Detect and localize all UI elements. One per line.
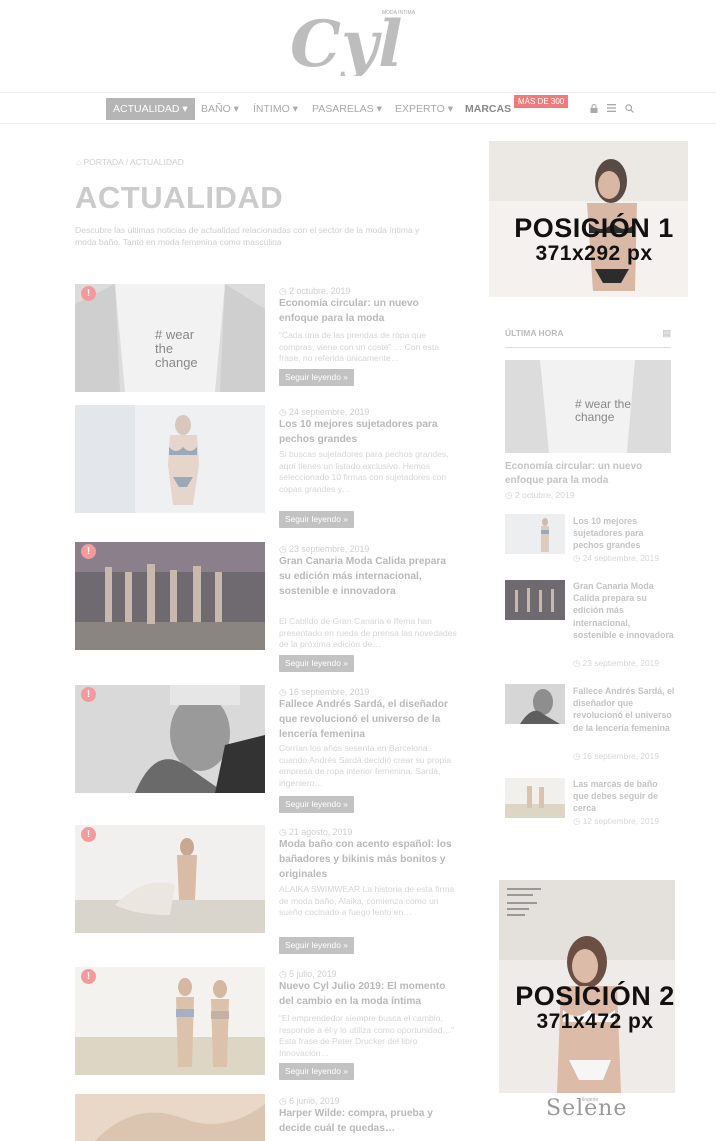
article-excerpt: Corrían los años sesenta en Barcelona cu…: [279, 743, 451, 788]
nav-item-pasarelas[interactable]: PASARELAS ▾: [312, 98, 382, 120]
search-icon[interactable]: [625, 98, 634, 120]
latest-news-header: ÚLTIMA HORA ▤: [505, 328, 671, 348]
nav-item-experto[interactable]: EXPERTO ▾: [395, 98, 453, 120]
latest-item-title[interactable]: Las marcas de baño que debes seguir de c…: [573, 778, 675, 815]
article-title[interactable]: Fallece Andrés Sardá, el diseñador que r…: [279, 698, 457, 742]
read-more-button[interactable]: Seguir leyendo »: [279, 655, 354, 672]
ad-slot-1-label: POSICIÓN 1 371x292 px: [484, 214, 704, 266]
latest-item-title[interactable]: Fallece Andrés Sardá, el diseñador que r…: [573, 685, 675, 734]
site-logo[interactable]: Cyl MODA ÍNTIMA: [290, 4, 460, 82]
latest-item-title[interactable]: Los 10 mejores sujetadores para pechos g…: [573, 515, 675, 552]
ad-slot-2-label: POSICIÓN 2 371x472 px: [484, 982, 706, 1034]
image-caption: # wear the change: [575, 397, 632, 424]
image-caption: # wear the change: [155, 327, 198, 370]
ad-slot-2-size: 371x472 px: [536, 1010, 654, 1033]
latest-featured-date: ◷ 2 octubre, 2019: [505, 490, 575, 500]
pin-icon: !: [81, 687, 96, 702]
article-date: ◷ 2 octubre, 2019: [279, 286, 351, 296]
read-more-button[interactable]: Seguir leyendo »: [279, 796, 354, 813]
article-excerpt: ALAIKA SWIMWEAR La historia de esta firm…: [279, 884, 455, 918]
menu-icon[interactable]: [607, 98, 616, 120]
article-title[interactable]: Economía circular: un nuevo enfoque para…: [279, 297, 457, 327]
pin-icon: !: [81, 544, 96, 559]
logo-tagline: MODA ÍNTIMA: [382, 9, 416, 16]
article-date: ◷ 16 septiembre, 2019: [279, 687, 370, 697]
article-date: ◷ 6 junio, 2019: [279, 1096, 340, 1106]
article-image[interactable]: [75, 405, 265, 513]
article-title[interactable]: Nuevo Cyl Julio 2019: El momento del cam…: [279, 980, 457, 1010]
latest-featured-image[interactable]: # wear the change: [505, 360, 671, 453]
read-more-button[interactable]: Seguir leyendo »: [279, 937, 354, 954]
latest-news-heading: ÚLTIMA HORA: [505, 328, 564, 338]
ad-slot-1-position: POSICIÓN 1: [514, 213, 674, 243]
read-more-button[interactable]: Seguir leyendo »: [279, 369, 354, 386]
nav-item-actualidad[interactable]: ACTUALIDAD ▾: [106, 98, 195, 120]
article-image[interactable]: ! # wear the change: [75, 284, 265, 392]
nav-item-bano[interactable]: BAÑO ▾: [201, 98, 239, 120]
ad-brand-subtitle: lingerie: [582, 1097, 599, 1103]
latest-item-date: ◷ 23 septiembre, 2019: [573, 658, 659, 668]
article-date: ◷ 5 julio, 2019: [279, 969, 337, 979]
article-excerpt: El Cabildo de Gran Canaria e Ifema han p…: [279, 616, 457, 650]
rss-icon[interactable]: ▤: [662, 328, 671, 339]
article-title[interactable]: Gran Canaria Moda Calida prepara su edic…: [279, 555, 457, 599]
article-excerpt: “Cada una de las prendas de ropa que com…: [279, 330, 440, 364]
article-excerpt: Si buscas sujetadores para pechos grande…: [279, 449, 449, 494]
logo-text: Cyl: [290, 7, 402, 76]
article-title[interactable]: Harper Wilde: compra, prueba y decide cu…: [279, 1107, 457, 1137]
article-date: ◷ 24 septiembre, 2019: [279, 407, 370, 417]
ad-slot-1-size: 371x292 px: [535, 242, 653, 265]
page-intro: Descubre las últimas noticias de actuali…: [75, 225, 420, 247]
latest-item-image[interactable]: [505, 778, 565, 818]
pin-icon: !: [81, 969, 96, 984]
latest-item-image[interactable]: [505, 580, 565, 620]
article-date: ◷ 21 agosto, 2019: [279, 827, 353, 837]
marcas-badge: MÁS DE 300: [514, 95, 569, 108]
pin-icon: !: [81, 827, 96, 842]
latest-featured-title[interactable]: Economía circular: un nuevo enfoque para…: [505, 460, 675, 488]
latest-item-image[interactable]: [505, 684, 565, 724]
latest-item-date: ◷ 12 septiembre, 2019: [573, 816, 659, 826]
article-image[interactable]: !: [75, 542, 265, 650]
pin-icon: !: [81, 286, 96, 301]
nav-item-intimo[interactable]: ÍNTIMO ▾: [253, 98, 298, 120]
ad-slot-2-position: POSICIÓN 2: [515, 981, 675, 1011]
read-more-button[interactable]: Seguir leyendo »: [279, 1063, 354, 1080]
main-nav: ACTUALIDAD ▾ BAÑO ▾ ÍNTIMO ▾ PASARELAS ▾…: [0, 92, 716, 124]
page-title: ACTUALIDAD: [75, 180, 284, 215]
article-image[interactable]: !: [75, 967, 265, 1075]
lock-icon[interactable]: [590, 98, 598, 120]
read-more-button[interactable]: Seguir leyendo »: [279, 511, 354, 528]
article-title[interactable]: Moda baño con acento español: los bañado…: [279, 838, 457, 882]
article-image[interactable]: !: [75, 825, 265, 933]
article-excerpt: “El emprendedor siempre busca el cambio,…: [279, 1013, 454, 1058]
latest-item-date: ◷ 24 septiembre, 2019: [573, 553, 659, 563]
nav-item-marcas[interactable]: MARCAS: [465, 98, 511, 120]
latest-item-date: ◷ 16 septiembre, 2019: [573, 751, 659, 761]
article-image[interactable]: [75, 1094, 265, 1141]
latest-item-title[interactable]: Gran Canaria Moda Calida prepara su edic…: [573, 580, 675, 641]
breadcrumb[interactable]: ⌂ PORTADA / ACTUALIDAD: [76, 157, 184, 167]
article-image[interactable]: !: [75, 685, 265, 793]
article-title[interactable]: Los 10 mejores sujetadores para pechos g…: [279, 418, 457, 448]
latest-item-image[interactable]: [505, 514, 565, 554]
article-date: ◷ 23 septiembre, 2019: [279, 544, 370, 554]
